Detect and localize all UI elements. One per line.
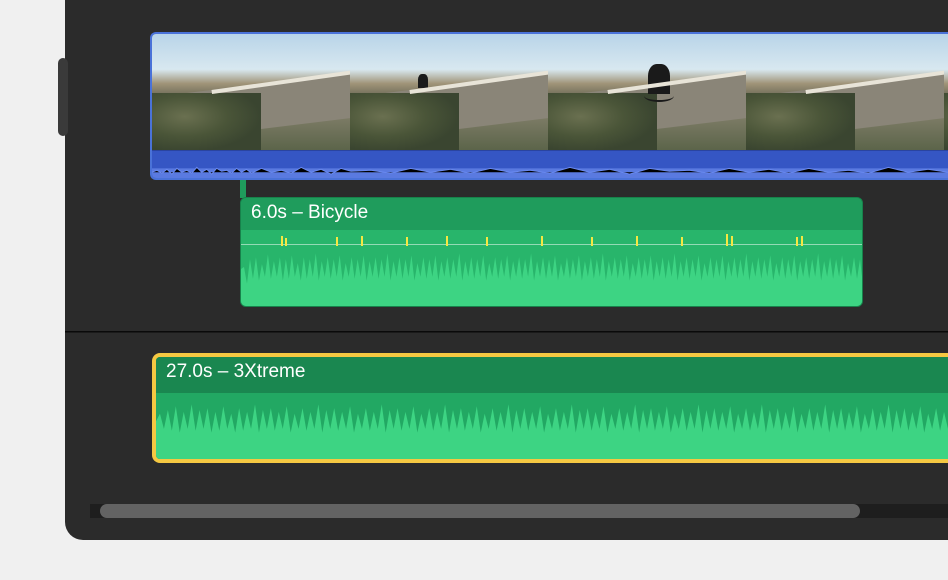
video-thumbnails: [152, 34, 948, 152]
beat-marker: [486, 237, 488, 246]
beat-marker: [801, 236, 803, 246]
clip-label: 27.0s – 3Xtreme: [166, 361, 305, 383]
timeline-area[interactable]: 6.0s – Bicycle: [65, 0, 948, 540]
scrollbar-thumb[interactable]: [100, 504, 860, 518]
beat-marker: [796, 237, 798, 246]
horizontal-scrollbar[interactable]: [90, 504, 948, 518]
beat-marker: [636, 236, 638, 246]
beat-marker: [591, 237, 593, 246]
video-thumbnail: [350, 34, 548, 152]
video-thumbnail: [548, 34, 746, 152]
audio-waveform: [156, 393, 948, 459]
video-audio-waveform: [152, 150, 948, 178]
beat-marker: [285, 238, 287, 246]
beat-marker: [281, 236, 283, 246]
clip-connector: [240, 180, 246, 198]
beat-marker: [681, 237, 683, 246]
clip-label: 6.0s – Bicycle: [251, 202, 368, 224]
volume-line[interactable]: [241, 244, 862, 245]
video-thumbnail: [746, 34, 944, 152]
audio-clip-bicycle[interactable]: 6.0s – Bicycle: [240, 197, 863, 307]
audio-clip-3xtreme[interactable]: 27.0s – 3Xtreme: [152, 353, 948, 463]
timeline-panel: 6.0s – Bicycle: [65, 0, 948, 540]
beat-marker: [336, 237, 338, 246]
video-thumbnail: [152, 34, 350, 152]
beat-marker: [731, 236, 733, 246]
beat-marker: [361, 236, 363, 246]
video-thumbnail: [944, 34, 948, 152]
beat-marker: [726, 234, 728, 246]
beat-marker: [406, 237, 408, 246]
video-clip[interactable]: [150, 32, 948, 180]
audio-waveform: [241, 230, 862, 306]
beat-marker: [541, 236, 543, 246]
track-divider: [65, 331, 948, 333]
beat-marker: [446, 236, 448, 246]
